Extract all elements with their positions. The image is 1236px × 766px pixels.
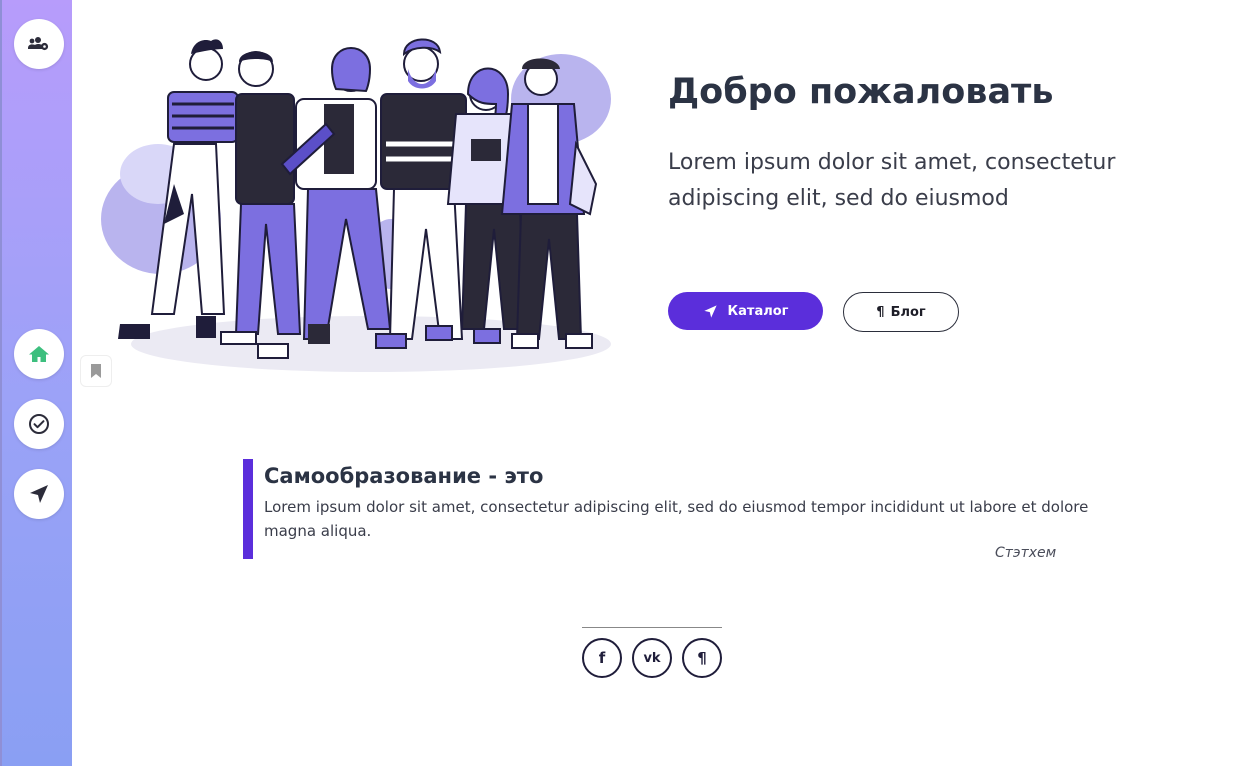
catalog-button-label: Каталог <box>727 303 789 319</box>
sidebar <box>0 0 72 766</box>
page-title: Добро пожаловать <box>668 72 1054 112</box>
quote-author: Стэтхем <box>995 545 1057 561</box>
quote-title: Самообразование - это <box>264 464 544 488</box>
location-arrow-icon <box>30 485 48 503</box>
users-cog-icon <box>28 37 49 51</box>
quote-text: Lorem ipsum dolor sit amet, consectetur … <box>264 498 1089 540</box>
vk-icon: vk <box>643 650 661 666</box>
facebook-icon: f <box>598 649 606 667</box>
home-icon <box>29 346 49 362</box>
facebook-button[interactable]: f <box>582 638 622 678</box>
vk-button[interactable]: vk <box>632 638 672 678</box>
sidebar-item-tasks[interactable] <box>14 399 64 449</box>
paragraph-icon: ¶ <box>697 649 707 667</box>
hero-description: Lorem ipsum dolor sit amet, consectetur … <box>668 150 1116 211</box>
students-illustration <box>101 38 611 372</box>
social-divider <box>582 627 722 628</box>
sidebar-item-home[interactable] <box>14 329 64 379</box>
sidebar-users-settings[interactable] <box>14 19 64 69</box>
quote-block: Самообразование - это Lorem ipsum dolor … <box>243 459 1103 561</box>
location-arrow-icon <box>703 304 717 318</box>
blog-button-label: Блог <box>890 304 926 320</box>
blog-social-button[interactable]: ¶ <box>682 638 722 678</box>
check-circle-icon <box>29 414 49 434</box>
sidebar-item-navigate[interactable] <box>14 469 64 519</box>
blog-button[interactable]: ¶ Блог <box>843 292 959 332</box>
paragraph-icon: ¶ <box>876 304 885 320</box>
quote-accent-bar <box>243 459 253 559</box>
catalog-button[interactable]: Каталог <box>668 292 823 330</box>
